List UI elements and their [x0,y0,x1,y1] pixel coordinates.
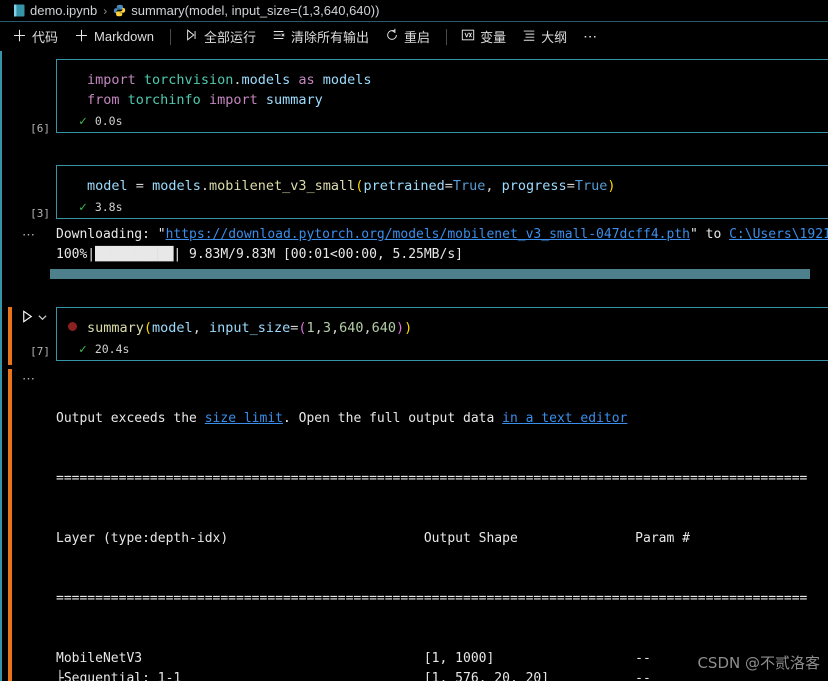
variables-icon [461,28,475,45]
download-line: Downloading: "https://download.pytorch.o… [56,225,828,245]
code-line: from torchinfo import summary [87,92,323,108]
breadcrumb: demo.ipynb › summary(model, input_size=(… [0,0,828,22]
notice-middle: . Open the full output data [283,411,503,426]
notebook-toolbar: ＋ 代码 ＋ Markdown 全部运行 清除所有输出 重启 变量 大纲 ⋯ [0,22,828,51]
download-output-text: Downloading: "https://download.pytorch.o… [56,225,828,265]
download-middle: " to [689,227,730,242]
toolbar-divider [446,28,448,45]
plus-icon: ＋ [12,28,28,45]
outline-icon [522,28,536,45]
execution-count: [3] [30,207,50,220]
plus-icon: ＋ [74,28,90,45]
cell-output-download: ⋯ Downloading: "https://download.pytorch… [2,225,828,265]
cell-status: ✓ 0.0s [57,110,828,132]
check-icon: ✓ [79,341,87,357]
add-code-cell-label: 代码 [32,30,59,45]
active-cell-indicator [8,369,12,681]
restart-icon [385,28,399,45]
output-horizontal-scrollbar[interactable] [2,269,828,279]
chevron-down-icon[interactable] [37,310,48,328]
summary-table-row: MobileNetV3 [1, 1000] -- [56,651,651,666]
notebook-body[interactable]: [6] import torchvision.models as models … [0,51,828,681]
summary-table-header: Layer (type:depth-idx) Output Shape Para… [56,531,690,546]
output-more-icon[interactable]: ⋯ [2,225,56,265]
summary-output-text: Output exceeds the size limit. Open the … [56,369,828,681]
download-path-link[interactable]: C:\Users\19213\ [729,227,828,242]
open-in-text-editor-link[interactable]: in a text editor [502,411,627,426]
cell-status: ✓ 3.8s [57,196,828,218]
execution-count: [6] [30,122,50,135]
outline-label: 大纲 [541,30,568,45]
progress-line: 100%|██████████| 9.83M/9.83M [00:01<00:0… [56,247,463,262]
code-line: model = models.mobilenet_v3_small(pretra… [87,178,616,194]
model-url-link[interactable]: https://download.pytorch.org/models/mobi… [166,227,690,242]
run-all-button[interactable]: 全部运行 [185,27,256,46]
cell-duration: 3.8s [94,200,123,214]
size-limit-link[interactable]: size limit [205,411,283,426]
variables-label: 变量 [480,30,507,45]
execution-count: [7] [30,345,50,358]
code-line: import torchvision.models as models [87,72,372,88]
toolbar-divider [170,28,172,45]
cell-gutter: [7] [2,307,56,365]
scrollbar-thumb[interactable] [50,269,810,279]
check-icon: ✓ [79,199,87,215]
code-editor[interactable]: summary(model, input_size=(1,3,640,640))… [56,307,828,361]
breadcrumb-symbol[interactable]: summary(model, input_size=(1,3,640,640)) [131,3,379,18]
clear-outputs-label: 清除所有输出 [291,30,370,45]
code-editor[interactable]: model = models.mobilenet_v3_small(pretra… [56,165,828,219]
rule-line: ========================================… [56,471,808,486]
python-icon [113,4,126,17]
code-editor[interactable]: import torchvision.models as models from… [56,59,828,133]
add-markdown-cell-label: Markdown [94,29,155,44]
breakpoint-dot-icon[interactable] [68,322,77,331]
notebook-cell-active[interactable]: [7] summary(model, input_size=(1,3,640,6… [2,307,828,365]
clear-outputs-icon [272,28,286,45]
summary-table-rows: MobileNetV3 [1, 1000] -- ├Sequential: 1-1… [56,649,828,681]
summary-table-row: ├Sequential: 1-1 [1, 576, 20, 20] -- [56,671,651,681]
cell-output-summary: ⋯ Output exceeds the size limit. Open th… [2,369,828,681]
notebook-cell[interactable]: [6] import torchvision.models as models … [2,59,828,135]
add-code-cell-button[interactable]: ＋ 代码 [12,27,58,46]
notebook-cell[interactable]: [3] model = models.mobilenet_v3_small(pr… [2,165,828,220]
breadcrumb-separator: › [103,3,108,18]
download-prefix: Downloading: " [56,227,166,242]
more-actions-button[interactable]: ⋯ [583,28,598,45]
notebook-editor: demo.ipynb › summary(model, input_size=(… [0,0,828,681]
cell-gutter: [3] [2,165,56,220]
cell-duration: 20.4s [94,342,130,356]
rule-line: ========================================… [56,591,808,606]
run-all-label: 全部运行 [204,30,257,45]
restart-kernel-label: 重启 [404,30,431,45]
notice-prefix: Output exceeds the [56,411,205,426]
cell-gutter: [6] [2,59,56,135]
variables-button[interactable]: 变量 [461,27,506,46]
clear-outputs-button[interactable]: 清除所有输出 [272,27,369,46]
cell-duration: 0.0s [94,114,123,128]
cell-status: ✓ 20.4s [57,338,828,360]
run-cell-controls[interactable] [20,309,48,329]
output-size-notice: Output exceeds the size limit. Open the … [56,409,828,429]
restart-kernel-button[interactable]: 重启 [385,27,430,46]
run-cell-icon[interactable] [20,309,35,329]
run-all-icon [185,28,199,45]
active-cell-indicator [8,307,12,365]
add-markdown-cell-button[interactable]: ＋ Markdown [74,29,154,44]
code-line: summary(model, input_size=(1,3,640,640)) [87,320,413,336]
outline-button[interactable]: 大纲 [522,27,567,46]
check-icon: ✓ [79,113,87,129]
notebook-icon [14,4,25,17]
breadcrumb-file[interactable]: demo.ipynb [30,3,97,18]
